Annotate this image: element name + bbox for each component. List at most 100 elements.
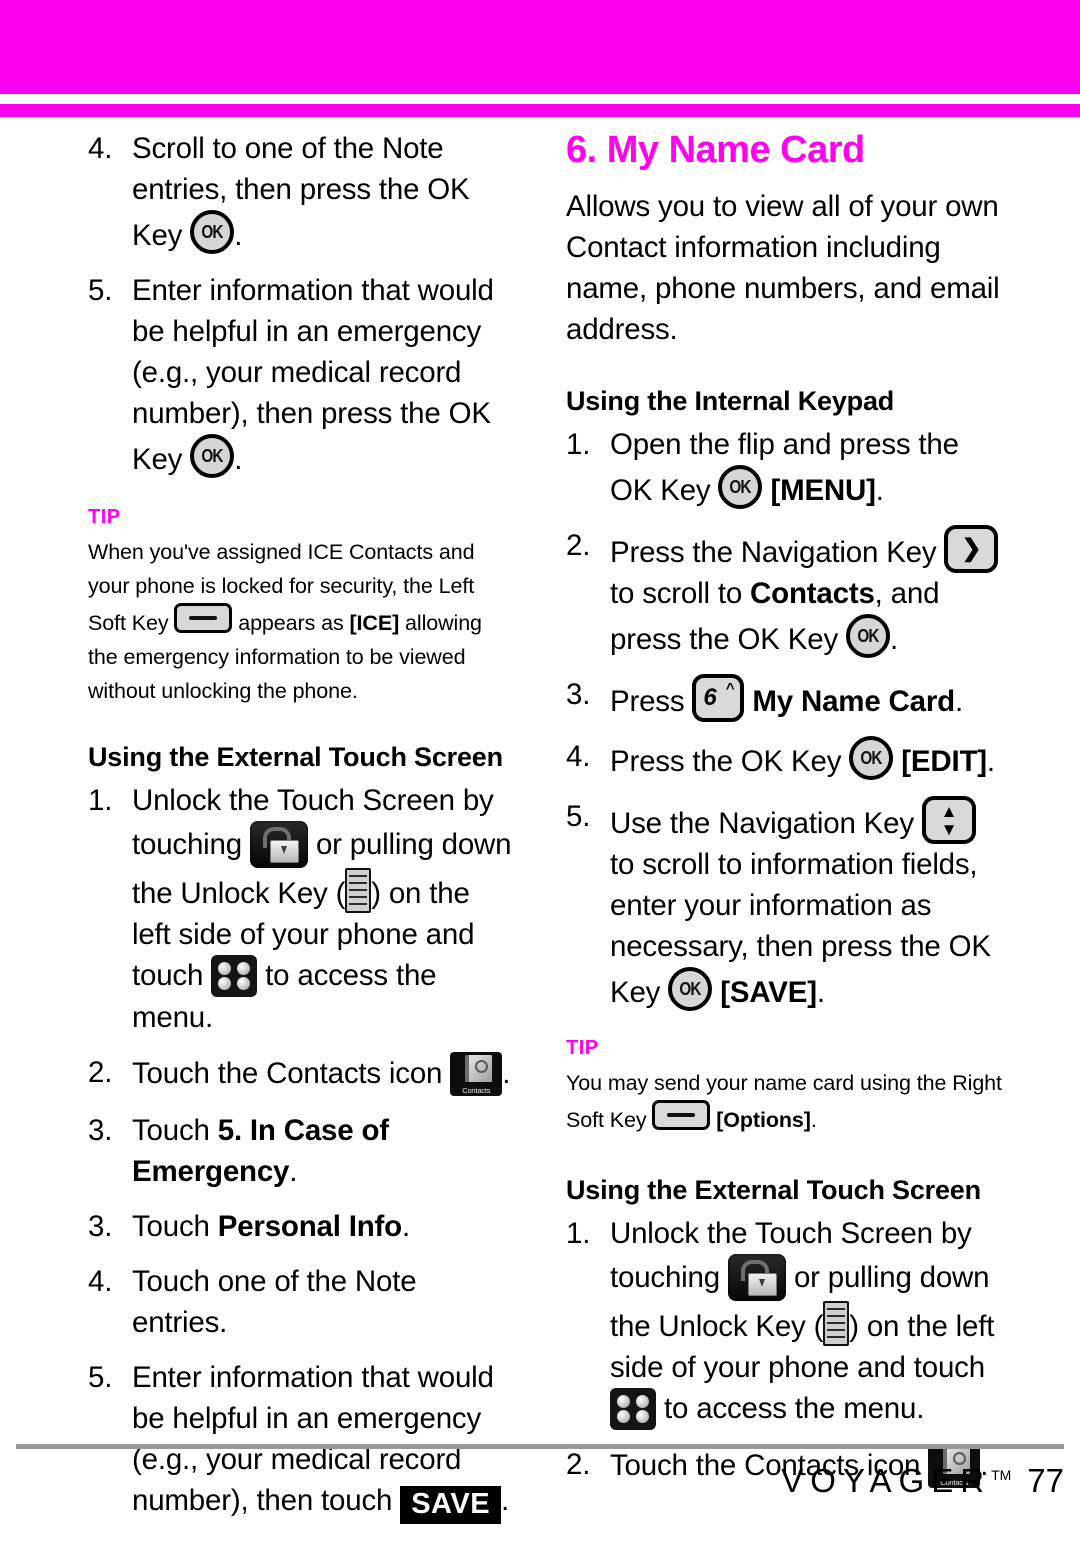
step-number: 1.	[88, 784, 113, 817]
heading-external-touch-screen: Using the External Touch Screen	[566, 1175, 981, 1205]
step-text-tail: .	[234, 443, 243, 476]
step-number: 4.	[88, 132, 113, 165]
list-item: 4. Scroll to one of the Note entries, th…	[88, 128, 513, 256]
left-top-steps: 4. Scroll to one of the Note entries, th…	[88, 128, 513, 480]
nav-key-right-icon: ❯	[944, 525, 999, 573]
right-column: 6. My Name Card Allows you to view all o…	[566, 128, 1006, 1502]
ok-key-icon	[846, 614, 890, 658]
step-text-tail: .	[890, 623, 898, 656]
list-item: 2. Press the Navigation Key ❯ to scroll …	[566, 525, 1006, 660]
list-item: 3. Press 6 ^ My Name Card.	[566, 674, 1006, 722]
nav-key-up-down-icon: ▲ ▼	[921, 796, 976, 844]
tip-part2: .	[810, 1108, 817, 1132]
footer-divider	[16, 1444, 1064, 1449]
right-internal-steps: 1. Open the flip and press the OK Key [M…	[566, 424, 1006, 1013]
step-text: Press the Navigation Key	[610, 536, 937, 569]
step-text-tail: .	[986, 745, 995, 778]
step-number: 5.	[566, 800, 591, 833]
unlock-key-ridge-icon	[823, 1301, 850, 1346]
list-item: 1. Open the flip and press the OK Key [M…	[566, 424, 1006, 511]
ok-key-icon	[190, 434, 235, 478]
step-text: Touch	[132, 1114, 210, 1147]
step-text: Press	[610, 685, 685, 718]
ok-key-icon	[668, 967, 713, 1011]
digit-key-caret: ^	[725, 680, 735, 697]
list-item: 3. Touch Personal Info.	[88, 1206, 513, 1247]
page-title: 6. My Name Card	[566, 129, 865, 171]
tip-text: When you've assigned ICE Contacts and yo…	[88, 535, 513, 708]
four-dot-menu-icon	[610, 1388, 656, 1430]
step-number: 1.	[566, 428, 591, 461]
step-number: 2.	[88, 1056, 113, 1089]
intro-paragraph: Allows you to view all of your own Conta…	[566, 190, 1000, 346]
step-text: Use the Navigation Key	[610, 807, 914, 840]
step-bold: [EDIT]	[901, 745, 987, 778]
step-text-tail: .	[875, 474, 884, 507]
tip-label: TIP	[88, 506, 121, 528]
step-number: 3.	[88, 1114, 113, 1147]
step-bold: [MENU]	[770, 474, 876, 507]
ok-key-icon	[190, 210, 235, 254]
page-number: 77	[1027, 1462, 1064, 1499]
unlock-touch-icon	[727, 1254, 786, 1301]
trademark-mark: TM	[991, 1467, 1012, 1483]
step-text: Touch	[132, 1210, 210, 1243]
step-number: 1.	[566, 1217, 591, 1250]
step-text-tail: .	[502, 1057, 511, 1090]
ok-key-icon	[849, 736, 894, 780]
four-dot-menu-icon	[211, 955, 258, 997]
soft-key-icon	[652, 1100, 711, 1130]
step-number: 5.	[88, 274, 113, 307]
contacts-icon: Contacts	[450, 1052, 503, 1096]
manual-page: 4. Scroll to one of the Note entries, th…	[0, 0, 1080, 1552]
step-number: 3.	[566, 678, 591, 711]
list-item: 5. Use the Navigation Key ▲ ▼ to scroll t…	[566, 796, 1006, 1013]
step-bold: [SAVE]	[720, 976, 817, 1009]
heading-internal-keypad: Using the Internal Keypad	[566, 386, 895, 416]
unlock-key-ridge-icon	[345, 868, 372, 913]
list-item: 3. Touch 5. In Case of Emergency.	[88, 1110, 513, 1192]
step-text-tail: .	[954, 685, 963, 718]
step-text: Touch the Contacts icon	[132, 1057, 443, 1090]
footer: VOYAGERTM 77	[0, 1462, 1064, 1500]
step-text: Press the OK Key	[610, 745, 842, 778]
tip-bold-ice: [ICE]	[349, 611, 400, 635]
brand-logo: VOYAGER	[781, 1462, 992, 1499]
heading-external-touch-screen: Using the External Touch Screen	[88, 742, 503, 772]
step-number: 2.	[566, 529, 591, 562]
left-external-steps: 1. Unlock the Touch Screen by touching o…	[88, 780, 513, 1525]
step-number: 5.	[88, 1361, 113, 1394]
step-text: to scroll to	[610, 577, 743, 610]
step-number: 3.	[88, 1210, 113, 1243]
step-text: Touch one of the Note entries.	[132, 1265, 417, 1339]
list-item: 4. Press the OK Key [EDIT].	[566, 736, 1006, 782]
step-text: Enter information that would be helpful …	[132, 274, 494, 476]
step-number: 4.	[88, 1265, 113, 1298]
ok-key-icon	[718, 465, 763, 509]
step-number: 4.	[566, 740, 591, 773]
list-item: 4. Touch one of the Note entries.	[88, 1261, 513, 1343]
step-bold: Personal Info	[217, 1210, 403, 1243]
list-item: 1. Unlock the Touch Screen by touching o…	[566, 1213, 1006, 1430]
step-text-tail: .	[402, 1210, 411, 1243]
soft-key-icon	[174, 603, 233, 633]
digit-key-label: 6	[703, 684, 717, 711]
step-text: Scroll to one of the Note entries, then …	[132, 132, 470, 252]
tip-part2: appears as	[238, 611, 344, 635]
step-text-tail: .	[234, 219, 243, 252]
list-item: 2. Touch the Contacts icon Contacts .	[88, 1052, 513, 1096]
list-item: 1. Unlock the Touch Screen by touching o…	[88, 780, 513, 1038]
unlock-touch-icon	[249, 821, 308, 868]
tip-text: You may send your name card using the Ri…	[566, 1066, 1006, 1137]
digit-key-6-icon: 6 ^	[692, 674, 745, 722]
step-text: to access the menu.	[664, 1392, 925, 1425]
magenta-rule	[0, 104, 1080, 117]
left-column: 4. Scroll to one of the Note entries, th…	[88, 128, 513, 1538]
step-text-tail: .	[289, 1155, 298, 1188]
tip-label: TIP	[566, 1037, 599, 1059]
step-bold: My Name Card	[752, 685, 955, 718]
step-text-tail: .	[816, 976, 825, 1009]
tip-bold-options: [Options]	[716, 1108, 811, 1132]
list-item: 5. Enter information that would be helpf…	[88, 270, 513, 480]
top-magenta-banner	[0, 0, 1080, 94]
